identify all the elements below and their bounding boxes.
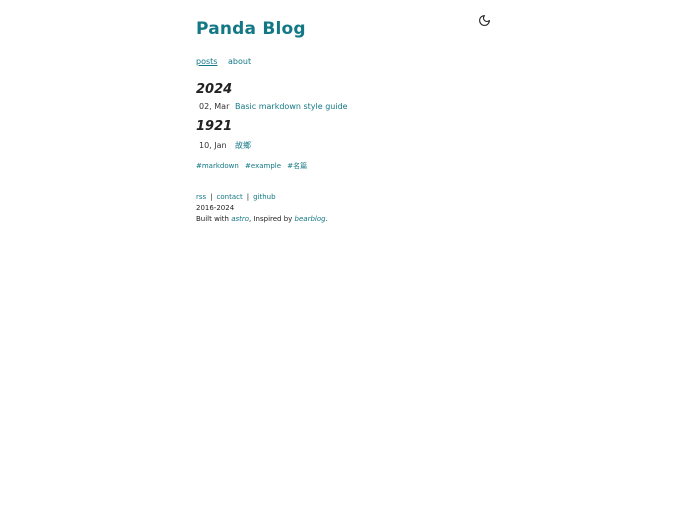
theme-toggle-button[interactable]	[478, 12, 491, 26]
bearblog-link[interactable]: bearblog	[295, 215, 326, 223]
main-nav: posts about	[196, 57, 259, 66]
year-heading: 2024	[196, 82, 233, 97]
site-footer: rss | contact | github 2016-2024 Built with …	[196, 192, 328, 225]
post-list-item: 02, Mar Basic markdown style guide	[199, 102, 348, 111]
nav-posts-link[interactable]: posts	[196, 57, 217, 66]
credits-suffix: .	[325, 215, 328, 223]
site-header: Panda Blog	[196, 19, 306, 39]
footer-rss-link[interactable]: rss	[196, 193, 206, 201]
footer-github-link[interactable]: github	[253, 193, 275, 201]
footer-contact-link[interactable]: contact	[217, 193, 243, 201]
tag-link[interactable]: #markdown	[196, 162, 239, 170]
post-link[interactable]: 故鄉	[235, 140, 251, 151]
post-link[interactable]: Basic markdown style guide	[235, 102, 348, 111]
post-date: 10, Jan	[199, 141, 227, 150]
site-title[interactable]: Panda Blog	[196, 19, 306, 39]
built-with-text: Built with	[196, 215, 232, 223]
tag-link[interactable]: #example	[245, 162, 281, 170]
astro-link[interactable]: astro	[231, 215, 249, 223]
post-list-item: 10, Jan 故鄉	[199, 140, 251, 151]
footer-years: 2016-2024	[196, 204, 235, 212]
footer-separator: |	[246, 193, 250, 201]
tag-list: #markdown #example #名篇	[196, 161, 311, 171]
footer-links: rss | contact | github	[196, 192, 328, 203]
footer-credits: Built with astro, Inspired by bearblog.	[196, 214, 328, 225]
tag-link[interactable]: #名篇	[287, 162, 307, 170]
footer-separator: |	[210, 193, 213, 201]
nav-about-link[interactable]: about	[228, 57, 251, 66]
moon-icon	[479, 15, 490, 26]
post-date: 02, Mar	[199, 102, 230, 111]
inspired-by-text: , Inspired by	[249, 215, 295, 223]
year-heading: 1921	[196, 119, 233, 134]
